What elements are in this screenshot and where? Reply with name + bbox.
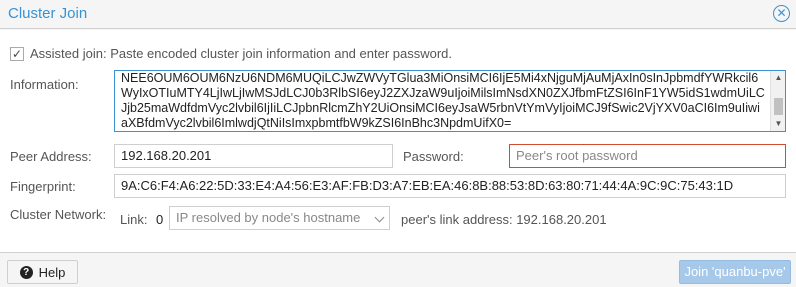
- assisted-join-row[interactable]: ✓ Assisted join: Paste encoded cluster j…: [10, 46, 452, 61]
- help-button[interactable]: ? Help: [7, 260, 78, 284]
- password-input[interactable]: Peer's root password: [509, 144, 786, 168]
- scroll-thumb[interactable]: [774, 98, 783, 115]
- join-button[interactable]: Join 'quanbu-pve': [679, 260, 791, 284]
- password-placeholder: Peer's root password: [516, 148, 638, 163]
- link-label: Link:: [120, 212, 148, 227]
- information-scrollbar[interactable]: ▲ ▼: [770, 71, 785, 131]
- dialog-body: ✓ Assisted join: Paste encoded cluster j…: [0, 30, 796, 252]
- information-textarea[interactable]: NEE6OUM6OUM6NzU6NDM6MUQiLCJwZWVyTGlua3Mi…: [114, 70, 786, 132]
- scroll-up-icon[interactable]: ▲: [771, 71, 786, 85]
- fingerprint-label: Fingerprint:: [10, 179, 76, 194]
- scroll-down-icon[interactable]: ▼: [771, 117, 786, 131]
- assisted-join-checkbox[interactable]: ✓: [10, 46, 24, 61]
- password-label: Password:: [403, 149, 464, 164]
- dialog-title: Cluster Join: [8, 5, 88, 22]
- close-icon[interactable]: ✕: [773, 5, 790, 22]
- help-icon: ?: [19, 265, 33, 279]
- link-address-select-value: IP resolved by node's hostname: [176, 210, 361, 225]
- help-button-label: Help: [38, 264, 66, 280]
- link-number: 0: [156, 212, 164, 227]
- assisted-join-label: Assisted join: Paste encoded cluster joi…: [30, 46, 453, 61]
- dialog-footer: ? Help Join 'quanbu-pve': [0, 252, 796, 287]
- chevron-down-icon[interactable]: [374, 212, 385, 223]
- information-label: Information:: [10, 77, 79, 92]
- peer-address-input[interactable]: 192.168.20.201: [114, 144, 393, 168]
- peer-address-label: Peer Address:: [10, 149, 92, 164]
- information-value[interactable]: NEE6OUM6OUM6NzU6NDM6MUQiLCJwZWVyTGlua3Mi…: [121, 71, 766, 131]
- fingerprint-input[interactable]: 9A:C6:F4:A6:22:5D:33:E4:A4:56:E3:AF:FB:D…: [114, 174, 786, 198]
- dialog-titlebar: Cluster Join ✕: [0, 0, 796, 29]
- cluster-network-label: Cluster Network:: [10, 207, 107, 222]
- link-address-select[interactable]: IP resolved by node's hostname: [169, 206, 390, 230]
- peer-link-address-text: peer's link address: 192.168.20.201: [401, 212, 607, 227]
